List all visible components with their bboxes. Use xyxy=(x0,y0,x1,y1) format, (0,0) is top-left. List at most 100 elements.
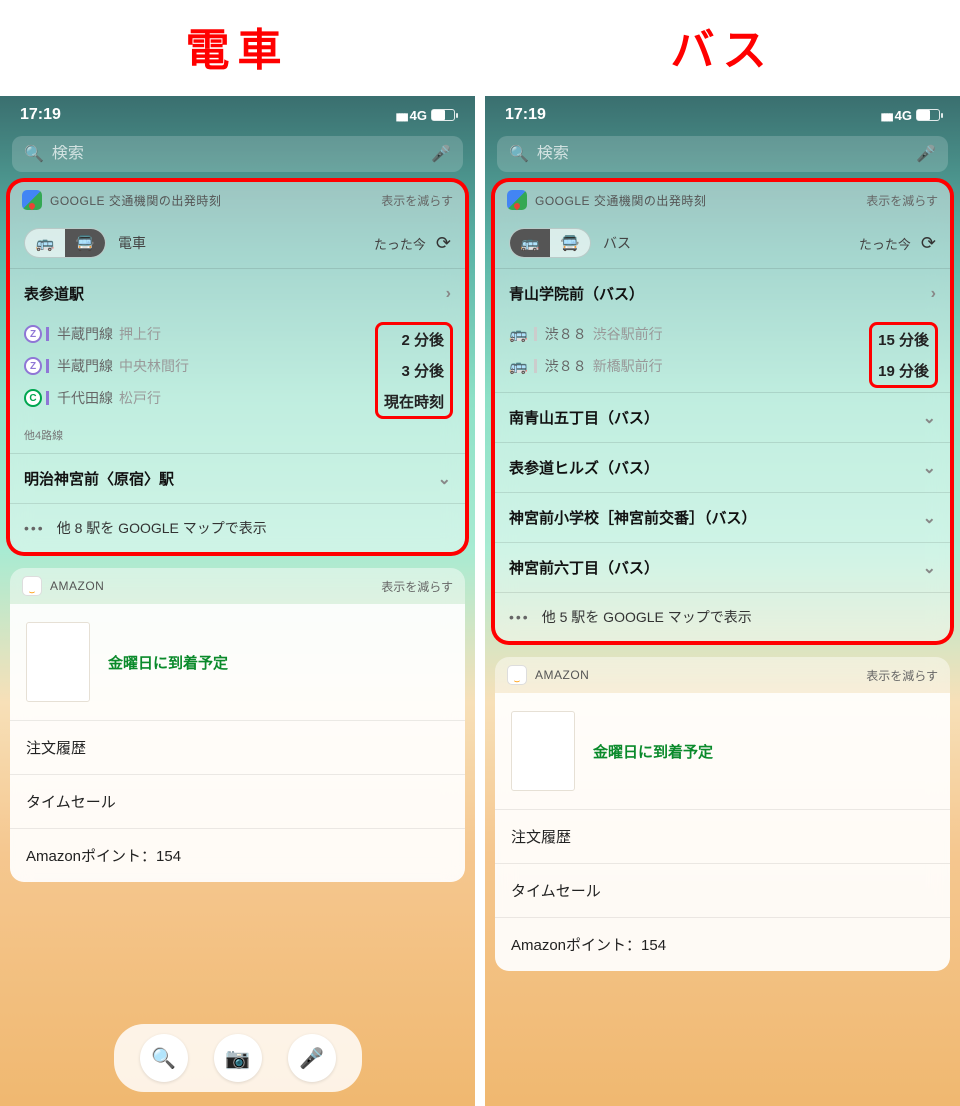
amazon-item[interactable]: 注文履歴 xyxy=(10,720,465,774)
bus-stop-row[interactable]: 表参道ヒルズ（バス）⌄ xyxy=(495,443,950,492)
bus-icon: 🚌 xyxy=(509,357,528,375)
amazon-item[interactable]: タイムセール xyxy=(10,774,465,828)
eta-highlight-box: 15 分後 19 分後 xyxy=(869,322,938,388)
phone-right: 17:19 4G 🔍 🎤 GOOGLE 交通機関の出発時刻 表示を減らす 🚌 🚍 xyxy=(485,96,960,1106)
line-mark xyxy=(46,391,49,405)
line-name: 半蔵門線 xyxy=(57,356,113,376)
line-badge: C xyxy=(24,389,42,407)
ellipsis-icon: ••• xyxy=(24,520,45,536)
updated-label: たった今 xyxy=(859,234,911,253)
station-name: 青山学院前（バス） xyxy=(509,283,644,304)
refresh-icon[interactable]: ⟳ xyxy=(921,233,936,254)
chevron-down-icon: ⌄ xyxy=(438,469,451,489)
more-stations-label: 他 5 駅を GOOGLE マップで表示 xyxy=(542,607,752,627)
collapse-button[interactable]: 表示を減らす xyxy=(866,192,938,209)
package-thumb xyxy=(511,711,575,791)
network-label: 4G xyxy=(895,108,912,123)
mode-train-icon[interactable]: 🚍 xyxy=(65,229,105,257)
mode-segment[interactable]: 🚌 🚍 xyxy=(24,228,106,258)
delivery-row[interactable]: 金曜日に到着予定 xyxy=(495,693,950,809)
phone-left: 17:19 4G 🔍 🎤 GOOGLE 交通機関の出発時刻 表示を減らす 🚌 xyxy=(0,96,475,1106)
amazon-title: AMAZON xyxy=(535,668,589,682)
heading-bus: バス xyxy=(485,0,960,96)
delivery-row[interactable]: 金曜日に到着予定 xyxy=(10,604,465,720)
amazon-item[interactable]: Amazonポイント：154 xyxy=(10,828,465,882)
line-row[interactable]: C千代田線松戸行 xyxy=(10,382,375,414)
line-dest: 渋谷駅前行 xyxy=(593,324,663,344)
delivery-msg: 金曜日に到着予定 xyxy=(593,741,713,762)
amazon-title: AMAZON xyxy=(50,579,104,593)
bus-stop-row[interactable]: 神宮前六丁目（バス） ⌄ xyxy=(495,543,950,592)
next-station-name: 明治神宮前〈原宿〉駅 xyxy=(24,468,174,489)
mode-train-icon[interactable]: 🚍 xyxy=(550,229,590,257)
battery-icon xyxy=(431,109,455,121)
line-dest: 中央林間行 xyxy=(119,356,189,376)
bus-stop-name: 神宮前六丁目（バス） xyxy=(509,557,659,578)
eta-value: 19 分後 xyxy=(878,360,929,381)
dock: 🔍 📷 🎤 xyxy=(114,1024,362,1092)
search-bar[interactable]: 🔍 🎤 xyxy=(12,136,463,172)
mode-label: バス xyxy=(603,233,631,253)
bus-icon: 🚌 xyxy=(509,325,528,343)
mode-bus-icon[interactable]: 🚌 xyxy=(25,229,65,257)
dock-search-button[interactable]: 🔍 xyxy=(140,1034,188,1082)
refresh-icon[interactable]: ⟳ xyxy=(436,233,451,254)
chevron-right-icon: › xyxy=(446,285,451,303)
search-bar[interactable]: 🔍 🎤 xyxy=(497,136,948,172)
bus-stop-row[interactable]: 南青山五丁目（バス） ⌄ xyxy=(495,393,950,442)
line-row[interactable]: 🚌渋８８新橋駅前行 xyxy=(495,350,869,382)
amazon-item[interactable]: 注文履歴 xyxy=(495,809,950,863)
more-stations-row[interactable]: ••• 他 5 駅を GOOGLE マップで表示 xyxy=(495,593,950,641)
eta-highlight-box: 2 分後3 分後現在時刻 xyxy=(375,322,453,419)
other-lines-note: 他4路線 xyxy=(10,423,465,453)
battery-icon xyxy=(916,109,940,121)
search-icon: 🔍 xyxy=(24,144,44,164)
search-input[interactable] xyxy=(52,145,431,163)
station-row[interactable]: 表参道駅 › xyxy=(10,269,465,318)
collapse-button[interactable]: 表示を減らす xyxy=(381,192,453,209)
more-stations-row[interactable]: ••• 他 8 駅を GOOGLE マップで表示 xyxy=(10,504,465,552)
mode-label: 電車 xyxy=(118,233,146,253)
next-station-row[interactable]: 明治神宮前〈原宿〉駅 ⌄ xyxy=(10,454,465,503)
mode-segment[interactable]: 🚌 🚍 xyxy=(509,228,591,258)
gmaps-title: GOOGLE 交通機関の出発時刻 xyxy=(535,192,706,209)
line-row[interactable]: Z半蔵門線押上行 xyxy=(10,318,375,350)
station-name: 表参道駅 xyxy=(24,283,84,304)
line-row[interactable]: Z半蔵門線中央林間行 xyxy=(10,350,375,382)
amazon-icon xyxy=(22,576,42,596)
status-bar: 17:19 4G xyxy=(485,96,960,132)
package-thumb xyxy=(26,622,90,702)
network-label: 4G xyxy=(410,108,427,123)
amazon-widget: AMAZON 表示を減らす 金曜日に到着予定 注文履歴 タイムセール Amazo… xyxy=(495,657,950,971)
line-mark xyxy=(46,327,49,341)
signal-icon xyxy=(396,108,406,123)
bus-stop-row[interactable]: 神宮前小学校［神宮前交番］（バス）⌄ xyxy=(495,493,950,542)
line-mark xyxy=(534,327,537,341)
collapse-button[interactable]: 表示を減らす xyxy=(866,667,938,684)
amazon-widget: AMAZON 表示を減らす 金曜日に到着予定 注文履歴 タイムセール Amazo… xyxy=(10,568,465,882)
mode-bus-icon[interactable]: 🚌 xyxy=(510,229,550,257)
updated-label: たった今 xyxy=(374,234,426,253)
chevron-down-icon: ⌄ xyxy=(923,408,936,428)
eta-value: 15 分後 xyxy=(878,329,929,350)
chevron-down-icon: ⌄ xyxy=(923,558,936,578)
station-row[interactable]: 青山学院前（バス） › xyxy=(495,269,950,318)
eta-value: 現在時刻 xyxy=(384,391,444,412)
collapse-button[interactable]: 表示を減らす xyxy=(381,578,453,595)
gmaps-icon xyxy=(507,190,527,210)
bus-stop-name: 南青山五丁目（バス） xyxy=(509,407,659,428)
dock-mic-button[interactable]: 🎤 xyxy=(288,1034,336,1082)
amazon-item[interactable]: タイムセール xyxy=(495,863,950,917)
chevron-down-icon: ⌄ xyxy=(923,508,936,528)
amazon-item[interactable]: Amazonポイント：154 xyxy=(495,917,950,971)
delivery-msg: 金曜日に到着予定 xyxy=(108,652,228,673)
more-stations-label: 他 8 駅を GOOGLE マップで表示 xyxy=(57,518,267,538)
search-input[interactable] xyxy=(537,145,916,163)
eta-value: 3 分後 xyxy=(401,360,444,381)
gmaps-icon xyxy=(22,190,42,210)
line-row[interactable]: 🚌渋８８渋谷駅前行 xyxy=(495,318,869,350)
line-mark xyxy=(46,359,49,373)
mic-icon[interactable]: 🎤 xyxy=(916,144,936,164)
mic-icon[interactable]: 🎤 xyxy=(431,144,451,164)
dock-camera-button[interactable]: 📷 xyxy=(214,1034,262,1082)
